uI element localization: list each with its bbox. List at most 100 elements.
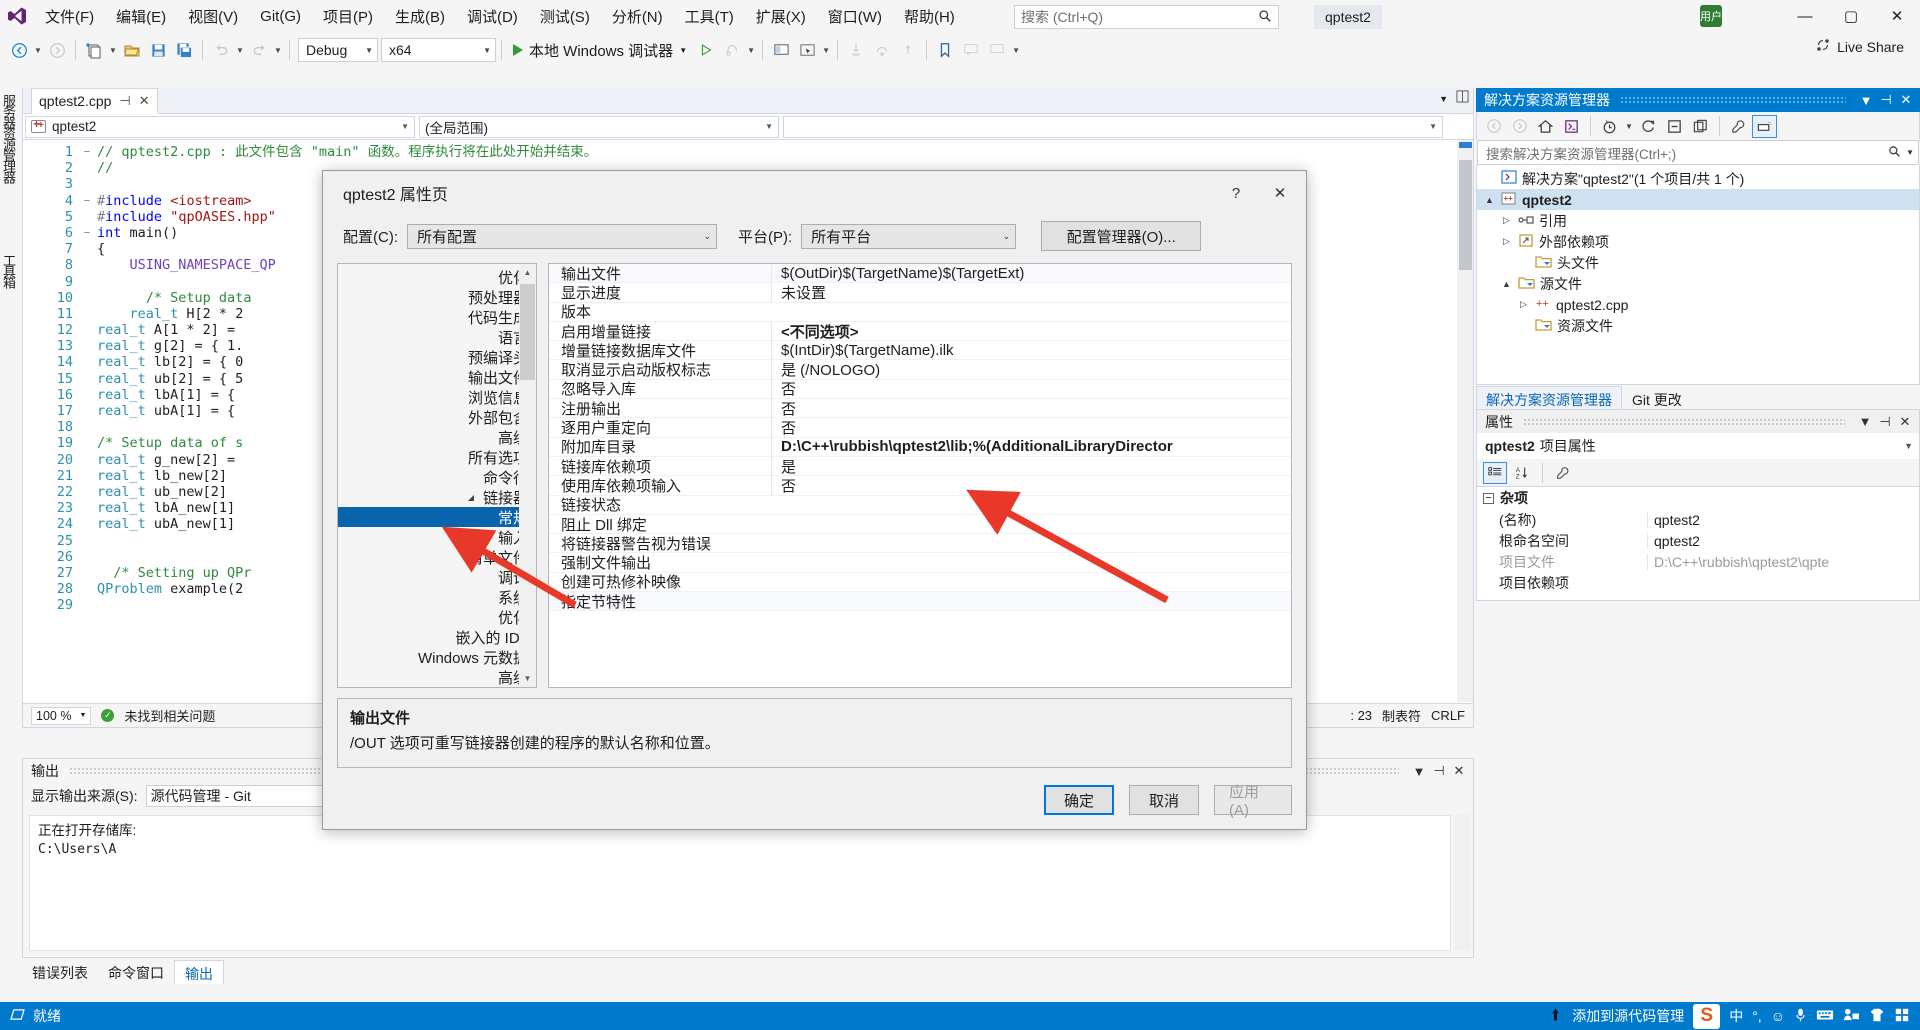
property-value[interactable]: D:\C++\rubbish\qptest2\qpte (1647, 553, 1919, 570)
close-icon[interactable]: ✕ (1896, 90, 1916, 110)
property-row[interactable]: 项目文件 D:\C++\rubbish\qptest2\qpte (1477, 551, 1919, 572)
dialog-tree-item-item[interactable]: 外部包含 (338, 407, 536, 427)
dialog-property-value[interactable]: 是 (/NOLOGO) (771, 359, 1291, 381)
select-element-dropdown-icon[interactable]: ▼ (820, 37, 832, 63)
dialog-property-row[interactable]: 启用增量链接 <不同选项> (549, 320, 1291, 342)
dialog-tree-item-item[interactable]: 调试 (338, 567, 536, 587)
pin-icon[interactable]: ⊣ (1876, 90, 1896, 110)
save-all-icon[interactable] (171, 37, 197, 63)
categorized-view-icon[interactable] (1483, 461, 1507, 484)
add-to-source-control-button[interactable]: 添加到源代码管理 (1572, 1006, 1684, 1026)
scrollbar-thumb[interactable] (1459, 160, 1472, 270)
dialog-property-value[interactable]: <不同选项> (771, 320, 1291, 342)
maximize-button[interactable]: ▢ (1828, 0, 1874, 32)
property-row[interactable]: 根命名空间 qptest2 (1477, 530, 1919, 551)
breakpoint-gutter[interactable] (23, 140, 31, 702)
dialog-property-row[interactable]: 注册输出 否 (549, 397, 1291, 419)
skin-icon[interactable] (1869, 1007, 1885, 1026)
menu-item-build[interactable]: 生成(B) (384, 2, 456, 31)
dialog-property-grid[interactable]: 输出文件 $(OutDir)$(TargetName)$(TargetExt) 显示… (548, 263, 1292, 688)
step-out-icon[interactable] (895, 37, 921, 63)
dialog-property-row[interactable]: 取消显示启动版权标志 是 (/NOLOGO) (549, 359, 1291, 381)
tab-list-dropdown-icon[interactable]: ▼ (1439, 94, 1448, 104)
new-project-dropdown-icon[interactable]: ▼ (107, 37, 119, 63)
dialog-tree-item-item[interactable]: 预处理器 (338, 287, 536, 307)
tab-command-window[interactable]: 命令窗口 (98, 960, 174, 984)
dialog-tree-item-item[interactable]: ◢ 链接器 (338, 487, 536, 507)
dialog-property-row[interactable]: 强制文件输出 (549, 553, 1291, 573)
tree-item-cpp-project[interactable]: ▲ ++ qptest2 (1477, 189, 1919, 210)
dialog-property-value[interactable]: 否 (771, 474, 1291, 496)
toolbox-icon[interactable] (1894, 1007, 1910, 1026)
line-ending-label[interactable]: CRLF (1431, 708, 1465, 723)
uncomment-icon[interactable] (984, 37, 1010, 63)
dialog-property-value[interactable]: $(IntDir)$(TargetName).ilk (771, 341, 1291, 359)
config-manager-button[interactable]: 配置管理器(O)... (1041, 221, 1202, 251)
dialog-property-row[interactable]: 将链接器警告视为错误 (549, 534, 1291, 554)
minimize-button[interactable]: — (1782, 0, 1828, 32)
dialog-property-value[interactable]: $(OutDir)$(TargetName)$(TargetExt) (771, 264, 1291, 282)
chevron-down-icon[interactable]: ▼ (1856, 90, 1876, 110)
menu-item-project[interactable]: 项目(P) (312, 2, 384, 31)
punctuation-mode-icon[interactable]: °, (1752, 1008, 1762, 1024)
menu-item-test[interactable]: 测试(S) (529, 2, 601, 31)
tab-output[interactable]: 输出 (174, 960, 224, 984)
step-over-icon[interactable] (869, 37, 895, 63)
solution-search-input[interactable]: 搜索解决方案资源管理器(Ctrl+;) ▼ (1477, 140, 1919, 165)
ok-button[interactable]: 确定 (1044, 785, 1114, 815)
dialog-tree-item-item[interactable]: 输入 (338, 527, 536, 547)
output-text[interactable]: 正在打开存储库: C:\Users\A (29, 815, 1451, 951)
dialog-property-row[interactable]: 链接库依赖项 是 (549, 455, 1291, 477)
properties-icon[interactable] (1726, 115, 1751, 138)
start-debug-button[interactable]: 本地 Windows 调试器 ▼ (507, 37, 693, 63)
dialog-tree-item-item[interactable]: 代码生成 (338, 307, 536, 327)
solution-view-icon[interactable] (1559, 115, 1584, 138)
tab-solution-explorer[interactable]: 解决方案资源管理器 (1476, 386, 1622, 409)
dialog-property-row[interactable]: 链接状态 (549, 496, 1291, 515)
category-tree-scrollbar[interactable]: ▲ ▼ (519, 264, 536, 687)
menu-item-debug[interactable]: 调试(D) (456, 2, 529, 31)
close-button[interactable]: ✕ (1874, 0, 1920, 32)
menu-item-tools[interactable]: 工具(T) (674, 2, 745, 31)
property-category-misc[interactable]: − 杂项 (1477, 487, 1919, 509)
dialog-property-row[interactable]: 附加库目录 D:\C++\rubbish\qptest2\lib;%(Additi… (549, 438, 1291, 457)
config-select[interactable]: 所有配置 ⌄ (407, 223, 717, 249)
pin-icon[interactable]: ⊣ (1429, 761, 1449, 781)
alphabetical-view-icon[interactable]: AZ (1510, 462, 1534, 484)
quick-search-input[interactable]: 搜索 (Ctrl+Q) (1014, 5, 1279, 29)
hot-reload-icon[interactable] (719, 37, 745, 63)
code-line[interactable]: // qptest2.cpp : 此文件包含 "main" 函数。程序执行将在此… (97, 144, 1473, 160)
undo-icon[interactable] (208, 37, 234, 63)
menu-item-extensions[interactable]: 扩展(X) (745, 2, 817, 31)
tab-error-list[interactable]: 错误列表 (22, 960, 98, 984)
dialog-category-tree[interactable]: 优化 预处理器 代码生成 语言 预编译头 输出文件 浏览信息 外部包含 高级 所有选项 命令行 ◢ 链接… (337, 263, 537, 688)
platform-select[interactable]: 所有平台 ⌄ (801, 223, 1017, 249)
tabs-mode-label[interactable]: 制表符 (1382, 706, 1421, 725)
build-platform-select[interactable]: x64 ▼ (381, 38, 496, 62)
start-without-debugging-icon[interactable] (693, 37, 719, 63)
expander-icon[interactable]: ◢ (465, 493, 477, 502)
dialog-tree-item-item[interactable]: 高级 (338, 667, 536, 687)
dialog-property-row[interactable]: 输出文件 $(OutDir)$(TargetName)$(TargetExt) (549, 264, 1291, 284)
active-project-chip[interactable]: qptest2 (1314, 5, 1382, 29)
comment-icon[interactable] (958, 37, 984, 63)
fold-toggle-icon[interactable]: − (77, 225, 97, 241)
dialog-property-row[interactable]: 增量链接数据库文件 $(IntDir)$(TargetName).ilk (549, 341, 1291, 361)
menu-item-file[interactable]: 文件(F) (34, 2, 105, 31)
tree-item-external-deps[interactable]: ▷ 外部依赖项 (1477, 231, 1919, 252)
forward-icon[interactable] (1507, 115, 1532, 138)
microphone-icon[interactable] (1794, 1007, 1807, 1026)
collapse-icon[interactable]: − (1483, 492, 1494, 504)
dialog-property-row[interactable]: 显示进度 未设置 (549, 281, 1291, 303)
editor-vertical-scrollbar[interactable] (1457, 140, 1473, 702)
chevron-down-icon[interactable]: ▼ (1855, 412, 1875, 432)
tree-item-folder[interactable]: 头文件 (1477, 252, 1919, 273)
dialog-property-value[interactable]: 否 (771, 397, 1291, 419)
new-project-icon[interactable] (81, 37, 107, 63)
apply-button[interactable]: 应用(A) (1214, 784, 1292, 819)
vtab-server-explorer[interactable]: 服务器资源管理器 (1, 88, 21, 188)
collapse-all-icon[interactable] (1662, 115, 1687, 138)
chevron-down-icon[interactable]: ▼ (1904, 441, 1913, 451)
close-icon[interactable]: ✕ (139, 93, 150, 109)
menu-item-help[interactable]: 帮助(H) (893, 2, 966, 31)
